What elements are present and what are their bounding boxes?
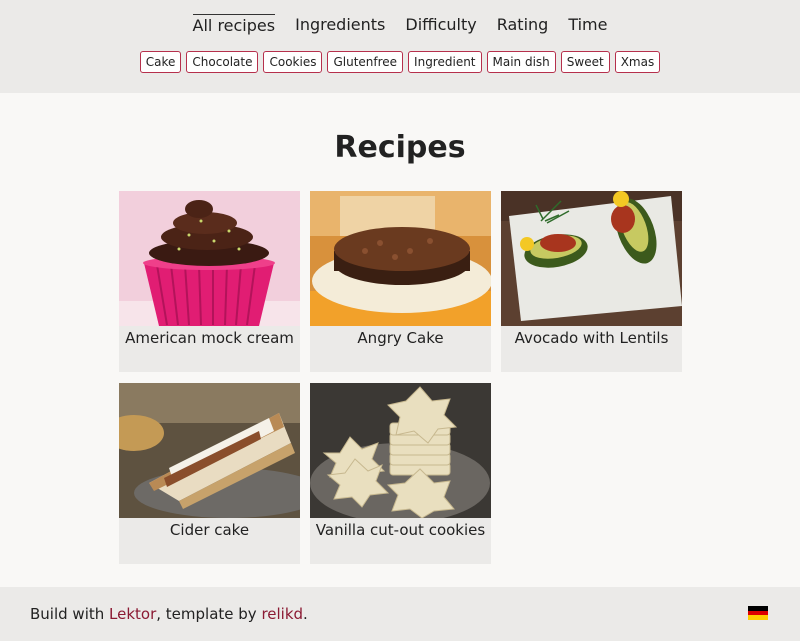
tag-ingredient[interactable]: Ingredient bbox=[408, 51, 482, 73]
recipe-title[interactable]: American mock cream bbox=[119, 330, 300, 347]
nav-tabs: All recipes Ingredients Difficulty Ratin… bbox=[0, 14, 800, 36]
footer-prefix: Build with bbox=[30, 605, 110, 623]
tag-glutenfree[interactable]: Glutenfree bbox=[327, 51, 404, 73]
recipe-card-avocado-with-lentils[interactable]: Avocado with Lentils bbox=[501, 191, 682, 372]
recipe-card-vanilla-cut-out-cookies[interactable]: Vanilla cut-out cookies bbox=[310, 383, 491, 564]
tag-cookies[interactable]: Cookies bbox=[263, 51, 323, 73]
lektor-link[interactable]: Lektor bbox=[109, 605, 156, 623]
tag-main-dish[interactable]: Main dish bbox=[486, 51, 556, 73]
recipe-card-cider-cake[interactable]: Cider cake bbox=[119, 383, 300, 564]
recipe-title[interactable]: Avocado with Lentils bbox=[501, 330, 682, 347]
tab-time[interactable]: Time bbox=[568, 14, 607, 36]
relikd-link[interactable]: relikd bbox=[261, 605, 303, 623]
tag-xmas[interactable]: Xmas bbox=[614, 51, 661, 73]
recipe-image[interactable] bbox=[501, 191, 682, 326]
footer: Build with Lektor, template by relikd. bbox=[0, 587, 800, 641]
recipe-title[interactable]: Cider cake bbox=[119, 522, 300, 539]
tab-ingredients[interactable]: Ingredients bbox=[295, 14, 385, 36]
recipe-card-american-mock-cream[interactable]: American mock cream bbox=[119, 191, 300, 372]
tab-rating[interactable]: Rating bbox=[497, 14, 549, 36]
recipe-title[interactable]: Vanilla cut-out cookies bbox=[310, 522, 491, 539]
recipe-image[interactable] bbox=[119, 191, 300, 326]
recipe-image[interactable] bbox=[310, 383, 491, 518]
recipe-image[interactable] bbox=[310, 191, 491, 326]
tag-cake[interactable]: Cake bbox=[139, 51, 182, 73]
tag-chocolate[interactable]: Chocolate bbox=[186, 51, 259, 73]
footer-credits: Build with Lektor, template by relikd. bbox=[30, 605, 308, 623]
footer-suffix: . bbox=[303, 605, 308, 623]
top-navigation: All recipes Ingredients Difficulty Ratin… bbox=[0, 0, 800, 93]
tab-all-recipes[interactable]: All recipes bbox=[192, 14, 276, 36]
recipe-card-angry-cake[interactable]: Angry Cake bbox=[310, 191, 491, 372]
recipe-title[interactable]: Angry Cake bbox=[310, 330, 491, 347]
tab-difficulty[interactable]: Difficulty bbox=[405, 14, 476, 36]
page-title: Recipes bbox=[334, 130, 466, 165]
tag-list: Cake Chocolate Cookies Glutenfree Ingred… bbox=[0, 51, 800, 73]
tag-sweet[interactable]: Sweet bbox=[560, 51, 610, 73]
recipe-image[interactable] bbox=[119, 383, 300, 518]
german-flag-icon[interactable] bbox=[748, 606, 768, 620]
footer-middle: , template by bbox=[156, 605, 262, 623]
